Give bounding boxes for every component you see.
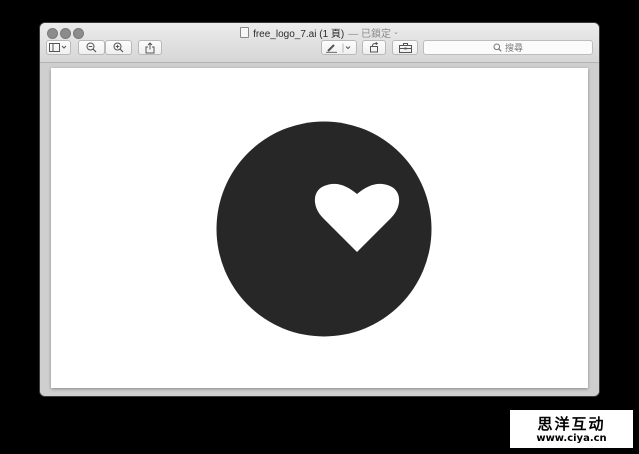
watermark-url: www.ciya.cn (536, 433, 607, 444)
document-viewport[interactable] (40, 63, 599, 396)
rotate-button[interactable] (362, 40, 386, 55)
zoom-out-button[interactable] (78, 40, 105, 55)
sidebar-icon (49, 43, 67, 52)
chevron-down-icon (345, 45, 351, 49)
zoom-in-button[interactable] (105, 40, 132, 55)
search-icon (493, 43, 502, 52)
watermark-chinese: 思洋互动 (537, 415, 606, 433)
document-page (51, 68, 588, 388)
search-placeholder: 搜尋 (504, 43, 523, 53)
preview-window: free_logo_7.ai (1 頁) — 已鎖定 ⌄ 搜尋 (40, 23, 599, 396)
zoom-in-icon (113, 42, 124, 53)
window-title: free_logo_7.ai (1 頁) — 已鎖定 ⌄ (40, 25, 599, 40)
share-icon (145, 41, 155, 53)
locked-status[interactable]: — 已鎖定 (348, 25, 391, 40)
watermark: 思洋互动 www.ciya.cn (510, 410, 633, 448)
toolbox-button[interactable] (392, 40, 418, 55)
document-icon (240, 26, 250, 38)
rotate-icon (369, 42, 378, 53)
markup-pen-icon (326, 43, 351, 53)
markup-button[interactable] (321, 40, 357, 55)
heart-in-circle-logo (216, 121, 432, 337)
toolbox-icon (398, 42, 412, 53)
window-title-text: free_logo_7.ai (1 頁) (253, 28, 345, 40)
chevron-down-icon (61, 45, 67, 49)
logo-circle (216, 121, 432, 337)
zoom-out-icon (86, 42, 97, 53)
share-button[interactable] (138, 40, 162, 55)
sidebar-button[interactable] (46, 40, 71, 55)
status-chevron-icon[interactable]: ⌄ (393, 28, 399, 36)
titlebar: free_logo_7.ai (1 頁) — 已鎖定 ⌄ 搜尋 (40, 23, 599, 63)
search-field[interactable]: 搜尋 (423, 40, 593, 55)
